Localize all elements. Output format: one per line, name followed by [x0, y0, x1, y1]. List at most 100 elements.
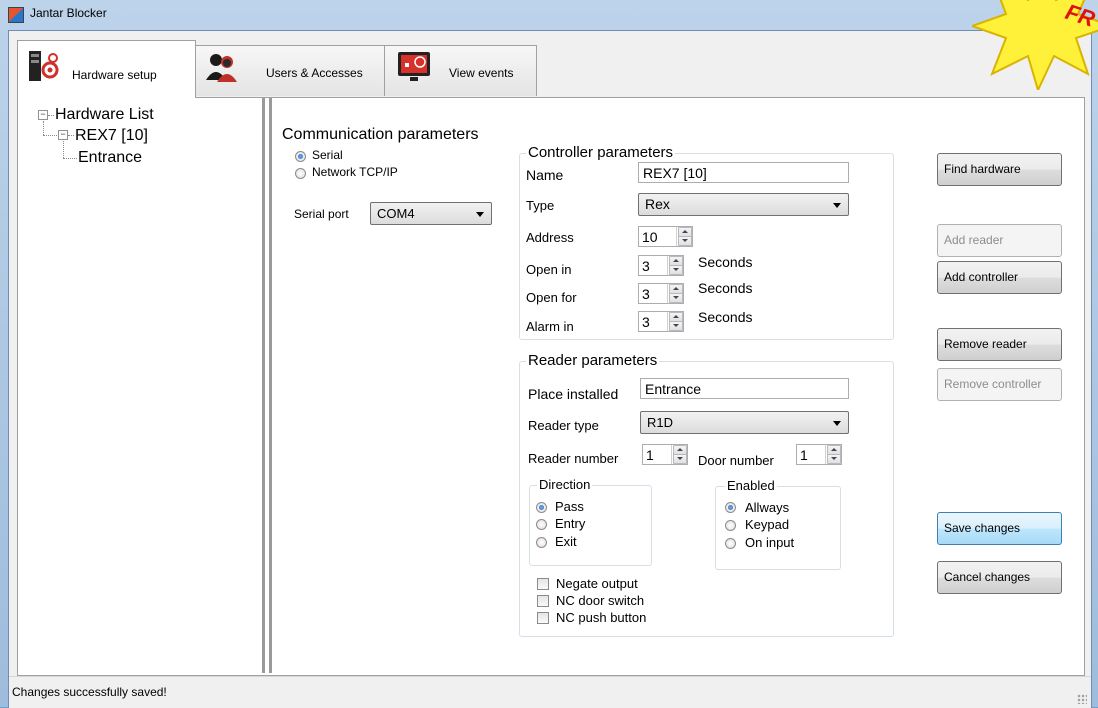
- enabled-on-input-label: On input: [745, 535, 795, 550]
- controller-type-value: Rex: [645, 196, 670, 212]
- tab-label: View events: [449, 66, 514, 80]
- spin-down-icon[interactable]: [669, 265, 683, 275]
- reader-type-value: R1D: [647, 415, 674, 430]
- address-spinner[interactable]: 10: [638, 226, 693, 247]
- open-for-label: Open for: [526, 290, 577, 305]
- direction-title: Direction: [537, 477, 593, 492]
- reader-number-spinner[interactable]: 1: [642, 444, 688, 465]
- find-hardware-button[interactable]: Find hardware: [937, 153, 1062, 186]
- reader-number-label: Reader number: [528, 451, 619, 466]
- collapse-icon[interactable]: −: [38, 110, 48, 120]
- open-in-spinner[interactable]: 3: [638, 255, 684, 276]
- alarm-in-unit: Seconds: [698, 309, 753, 325]
- direction-exit-label: Exit: [555, 534, 577, 549]
- serial-port-label: Serial port: [294, 207, 349, 221]
- direction-pass-label: Pass: [555, 499, 584, 514]
- address-label: Address: [526, 230, 574, 245]
- direction-group: [529, 485, 652, 566]
- cancel-changes-button[interactable]: Cancel changes: [937, 561, 1062, 594]
- enabled-allways-label: Allways: [745, 500, 790, 515]
- name-label: Name: [526, 167, 564, 183]
- open-in-unit: Seconds: [698, 254, 753, 270]
- spin-down-icon[interactable]: [669, 321, 683, 331]
- hardware-tree[interactable]: − Hardware List − REX7 [10] Entrance: [18, 98, 265, 673]
- door-number-label: Door number: [698, 453, 774, 468]
- tab-label: Users & Accesses: [266, 66, 363, 80]
- nc-door-switch-label: NC door switch: [556, 593, 645, 608]
- save-changes-button[interactable]: Save changes: [937, 512, 1062, 545]
- nc-push-button-label: NC push button: [556, 610, 647, 625]
- door-number-value: 1: [800, 447, 808, 463]
- collapse-icon[interactable]: −: [58, 130, 68, 140]
- monitor-icon: [398, 52, 430, 81]
- direction-pass-radio[interactable]: [536, 502, 547, 513]
- resize-grip-icon[interactable]: [1077, 694, 1087, 704]
- chevron-down-icon: [476, 212, 484, 217]
- network-radio[interactable]: [295, 168, 306, 179]
- hardware-setup-page: − Hardware List − REX7 [10] Entrance Com…: [17, 97, 1085, 676]
- spin-down-icon[interactable]: [827, 454, 841, 464]
- hardware-setup-icon: [29, 51, 59, 81]
- communication-panel: Communication parameters Serial Network …: [269, 98, 512, 673]
- network-label: Network TCP/IP: [312, 165, 398, 179]
- tab-bar: Hardware setup Users & Accesses View eve…: [17, 40, 1077, 98]
- promo-starburst: FR: [972, 0, 1098, 90]
- tab-label: Hardware setup: [72, 68, 157, 82]
- chevron-down-icon: [833, 421, 841, 426]
- tree-node-controller[interactable]: REX7 [10]: [75, 127, 148, 145]
- reader-type-label: Reader type: [528, 418, 599, 433]
- app-icon: [8, 7, 24, 23]
- open-in-label: Open in: [526, 262, 572, 277]
- address-value: 10: [642, 229, 658, 245]
- serial-port-value: COM4: [377, 206, 415, 221]
- place-installed-label: Place installed: [528, 386, 619, 402]
- tab-hardware-setup[interactable]: Hardware setup: [17, 40, 196, 98]
- place-installed-input[interactable]: Entrance: [640, 378, 849, 399]
- serial-port-select[interactable]: COM4: [370, 202, 492, 225]
- status-text: Changes successfully saved!: [12, 685, 167, 699]
- open-for-value: 3: [642, 286, 650, 302]
- spin-down-icon[interactable]: [673, 454, 687, 464]
- door-number-spinner[interactable]: 1: [796, 444, 842, 465]
- tree-node-hardware-list[interactable]: Hardware List: [55, 106, 154, 124]
- add-controller-button[interactable]: Add controller: [937, 261, 1062, 294]
- app-window: Jantar Blocker Hardware setup Users & Ac…: [0, 0, 1098, 708]
- enabled-allways-radio[interactable]: [725, 502, 736, 513]
- nc-push-button-checkbox[interactable]: [537, 612, 549, 624]
- spin-down-icon[interactable]: [678, 236, 692, 246]
- status-bar: Changes successfully saved!: [9, 676, 1091, 708]
- controller-type-select[interactable]: Rex: [638, 193, 849, 216]
- chevron-down-icon: [833, 203, 841, 208]
- alarm-in-spinner[interactable]: 3: [638, 311, 684, 332]
- spin-down-icon[interactable]: [669, 293, 683, 303]
- title-bar: Jantar Blocker: [0, 0, 1098, 28]
- controller-name-input[interactable]: REX7 [10]: [638, 162, 849, 183]
- controller-parameters-title: Controller parameters: [526, 144, 676, 161]
- tab-users-accesses[interactable]: Users & Accesses: [195, 45, 385, 96]
- negate-output-checkbox[interactable]: [537, 578, 549, 590]
- open-in-value: 3: [642, 258, 650, 274]
- alarm-in-value: 3: [642, 314, 650, 330]
- direction-entry-label: Entry: [555, 516, 586, 531]
- reader-type-select[interactable]: R1D: [640, 411, 849, 434]
- remove-controller-button[interactable]: Remove controller: [937, 368, 1062, 401]
- reader-parameters-title: Reader parameters: [526, 352, 660, 369]
- enabled-on-input-radio[interactable]: [725, 538, 736, 549]
- nc-door-switch-checkbox[interactable]: [537, 595, 549, 607]
- serial-radio[interactable]: [295, 151, 306, 162]
- tree-node-reader[interactable]: Entrance: [78, 149, 142, 167]
- users-icon: [206, 54, 237, 82]
- open-for-spinner[interactable]: 3: [638, 283, 684, 304]
- enabled-title: Enabled: [725, 478, 777, 493]
- type-label: Type: [526, 198, 555, 213]
- communication-title: Communication parameters: [282, 126, 479, 143]
- client-area: Hardware setup Users & Accesses View eve…: [8, 30, 1092, 708]
- direction-exit-radio[interactable]: [536, 537, 547, 548]
- tab-view-events[interactable]: View events: [384, 45, 537, 96]
- remove-reader-button[interactable]: Remove reader: [937, 328, 1062, 361]
- add-reader-button[interactable]: Add reader: [937, 224, 1062, 257]
- serial-label: Serial: [312, 148, 343, 162]
- enabled-keypad-radio[interactable]: [725, 520, 736, 531]
- open-for-unit: Seconds: [698, 280, 753, 296]
- direction-entry-radio[interactable]: [536, 519, 547, 530]
